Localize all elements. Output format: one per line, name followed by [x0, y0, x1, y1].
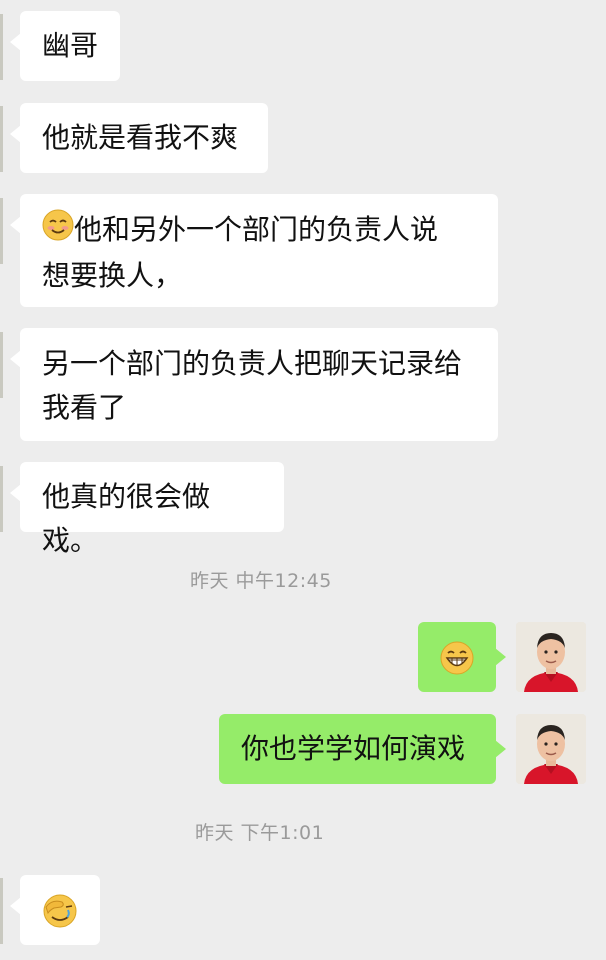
contact-avatar-edge	[0, 106, 3, 172]
incoming-message[interactable]	[10, 875, 100, 945]
incoming-message[interactable]: 另一个部门的负责人把聊天记录给 我看了	[10, 328, 498, 441]
my-avatar[interactable]	[516, 714, 586, 784]
face-palm-emoji	[42, 893, 78, 942]
incoming-message[interactable]: 他和另外一个部门的负责人说 想要换人，	[10, 194, 498, 307]
outgoing-message[interactable]	[418, 622, 506, 692]
avatar-photo	[516, 622, 586, 692]
incoming-message[interactable]: 他真的很会做戏。	[10, 462, 284, 557]
grinning-face-emoji	[440, 641, 474, 688]
contact-avatar-edge	[0, 878, 3, 944]
timestamp: 昨天 中午12:45	[190, 570, 332, 592]
message-text: 你也学学如何演戏	[241, 732, 466, 765]
incoming-message[interactable]: 他就是看我不爽	[10, 103, 268, 173]
blush-smile-emoji	[42, 209, 74, 254]
timestamp: 昨天 下午1:01	[195, 822, 325, 844]
contact-avatar-edge	[0, 14, 3, 80]
message-text: 幽哥	[42, 29, 99, 62]
message-text-line: 想要换人，	[42, 258, 183, 292]
message-text-line: 另一个部门的负责人把聊天记录给	[42, 347, 463, 380]
my-avatar[interactable]	[516, 622, 586, 692]
message-text: 他和另外一个部门的负责人说	[74, 213, 439, 246]
incoming-message[interactable]: 幽哥	[10, 11, 120, 81]
outgoing-message[interactable]: 你也学学如何演戏	[219, 714, 506, 784]
message-text: 他就是看我不爽	[42, 121, 239, 154]
message-text-line: 我看了	[42, 391, 127, 424]
chat-window: 幽哥 他就是看我不爽 他和另外一个部门的负责人说 想要换人， 另一个部门的负责人…	[0, 0, 606, 960]
message-text: 他真的很会做戏。	[42, 480, 211, 557]
contact-avatar-edge	[0, 332, 3, 398]
contact-avatar-edge	[0, 198, 3, 264]
contact-avatar-edge	[0, 466, 3, 532]
avatar-photo	[516, 714, 586, 784]
